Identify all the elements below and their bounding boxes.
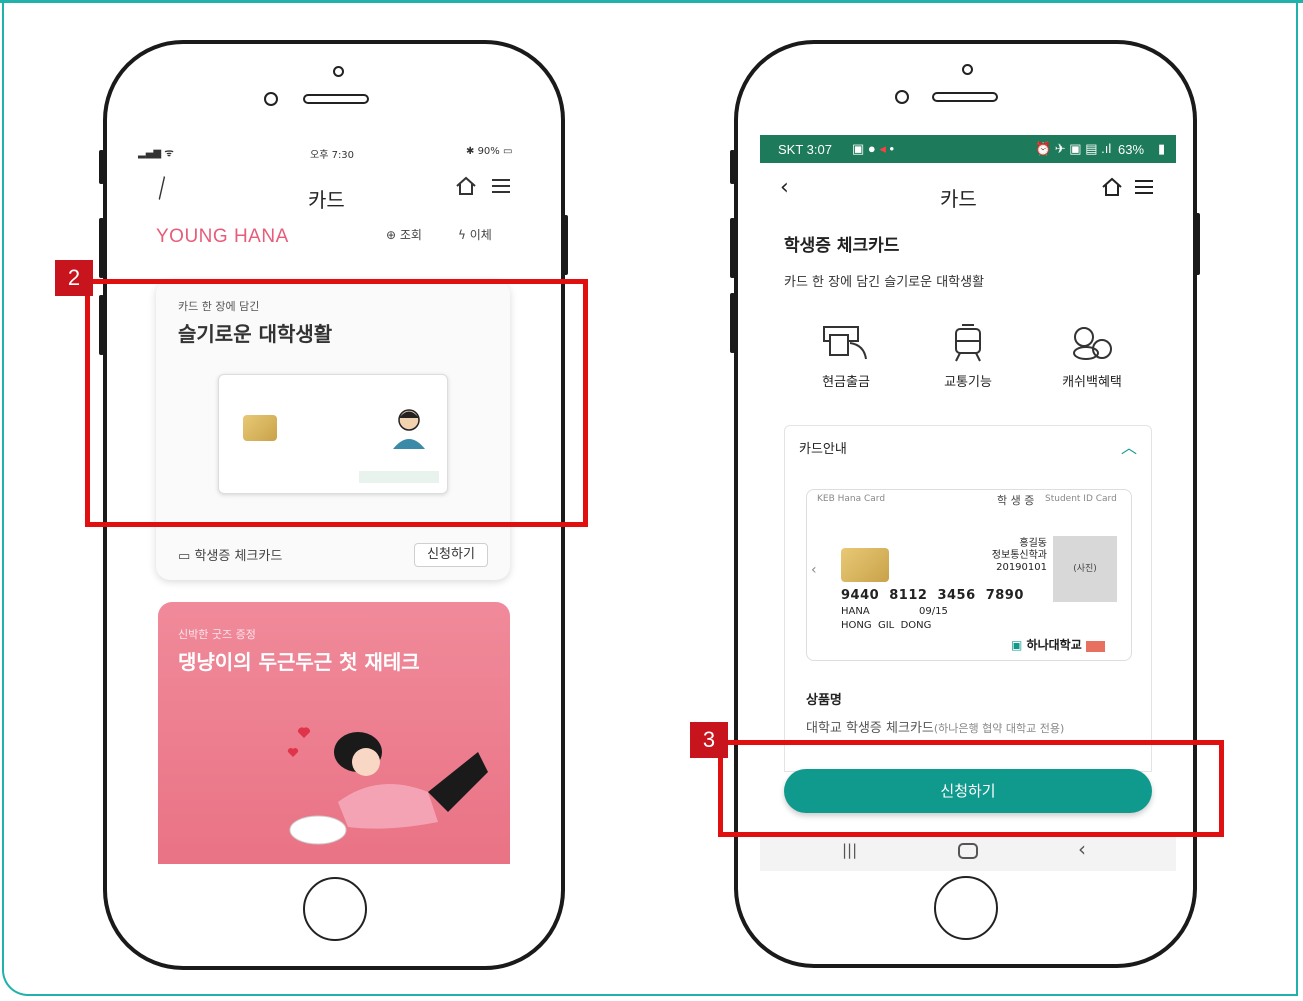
step-badge-3: 3 <box>690 722 728 758</box>
card-title-en: Student ID Card <box>1045 494 1117 504</box>
card-student-info: 홍길동 정보통신학과 20190101 <box>975 538 1047 574</box>
signal-icon: ▂▄▆ ᯤ <box>138 148 174 159</box>
feature-label: 교통기능 <box>944 375 992 390</box>
menu-icon[interactable] <box>489 174 513 202</box>
promo2-title: 댕냥이의 두근두근 첫 재테크 <box>178 650 420 674</box>
page-title: 카드 <box>308 188 345 212</box>
phone-sensor <box>962 64 973 75</box>
phone-sensor <box>333 66 344 77</box>
battery-icon: ▭ <box>502 146 513 157</box>
status-bar: SKT 3:07 ▣ ● ◂ • ⏰ ✈ ▣ ▤ .ıl 63% ▮ <box>760 135 1176 163</box>
inquiry-icon: ⊕ <box>386 228 397 242</box>
highlight-box-step-3 <box>718 740 1224 837</box>
inquiry-button[interactable]: ⊕ 조회 <box>386 226 422 243</box>
status-time: 오후 7:30 <box>310 150 355 161</box>
card-chip <box>841 548 889 582</box>
card-name: 학생증 체크카드 <box>194 549 283 564</box>
product-name-value: 대학교 학생증 체크카드 <box>806 721 934 736</box>
step-badge-2: 2 <box>55 260 93 296</box>
univ-logo-icon: ▣ <box>1011 638 1023 652</box>
chevron-up-icon[interactable]: ︿ <box>1121 434 1137 458</box>
product-title: 학생증 체크카드 <box>784 236 900 256</box>
card-valid-thru: 09/15 <box>919 606 948 617</box>
card-student-no: 20190101 <box>996 562 1047 573</box>
android-home-icon[interactable] <box>958 843 978 859</box>
apply-button[interactable]: 신청하기 <box>414 543 488 567</box>
univ-seal-icon: ■■ <box>1085 641 1105 652</box>
card-photo-placeholder: (사진) <box>1053 536 1117 602</box>
coins-cashback-icon <box>1066 323 1116 367</box>
student-id-card-image: KEB Hana Card 학 생 증 Student ID Card ‹ 홍길… <box>806 489 1132 661</box>
card-holder: HONG GIL DONG <box>841 620 932 631</box>
feature-label: 현금출금 <box>822 375 870 390</box>
product-description: 카드 한 장에 담긴 슬기로운 대학생활 <box>784 275 985 290</box>
card-prev-arrow: ‹ <box>811 562 817 578</box>
card-title: 학 생 증 <box>997 494 1035 507</box>
card-info-accordion[interactable]: 카드안내 ︿ <box>784 425 1152 472</box>
status-carrier-time: SKT 3:07 <box>778 142 832 157</box>
product-name-note: (하나은행 협약 대학교 전용) <box>933 722 1065 735</box>
train-icon <box>948 323 988 367</box>
recent-apps-icon[interactable]: ||| <box>842 841 857 859</box>
phone-speaker <box>932 92 998 102</box>
status-battery: ✱ 90% ▭ <box>466 146 513 157</box>
battery-percent: 90% <box>477 146 500 157</box>
card-student-name: 홍길동 <box>1019 538 1047 549</box>
card-student-dept: 정보통신학과 <box>991 550 1047 561</box>
card-number: 9440 8112 3456 7890 <box>841 588 1024 603</box>
atm-cash-icon <box>820 323 870 367</box>
transfer-button[interactable]: ϟ 이체 <box>458 226 492 243</box>
transfer-label: 이체 <box>469 228 492 242</box>
android-nav-bar: ||| ‹ <box>760 833 1176 871</box>
home-icon[interactable] <box>1100 175 1124 203</box>
girl-cat-illustration <box>278 712 498 864</box>
back-icon[interactable]: ╲ <box>151 177 173 200</box>
pet-finance-promo[interactable]: 신박한 굿즈 증정 댕냥이의 두근두근 첫 재테크 <box>158 602 510 864</box>
menu-icon[interactable] <box>1132 175 1156 203</box>
card-bank: HANA <box>841 606 870 617</box>
phone-camera <box>264 92 278 106</box>
android-back-icon[interactable]: ‹ <box>1078 837 1086 861</box>
phone-speaker <box>303 94 369 104</box>
product-name-row: 대학교 학생증 체크카드(하나은행 협약 대학교 전용) <box>806 717 1064 736</box>
feature-label: 캐쉬백혜택 <box>1062 375 1122 390</box>
product-name-label: 상품명 <box>806 693 842 708</box>
transfer-icon: ϟ <box>458 228 466 242</box>
promo2-subtitle: 신박한 굿즈 증정 <box>178 628 256 641</box>
young-hana-logo: YOUNG HANA <box>156 226 289 247</box>
card-info-label: 카드안내 <box>799 442 847 457</box>
phone-camera <box>895 90 909 104</box>
card-name-row: ▭ 학생증 체크카드 <box>178 545 282 564</box>
battery-icon: ▮ <box>1158 141 1166 156</box>
inquiry-label: 조회 <box>399 228 422 242</box>
page-title: 카드 <box>940 187 977 211</box>
home-button[interactable] <box>303 877 367 941</box>
card-icon: ▭ <box>178 549 191 564</box>
card-univ: 하나대학교 <box>1026 638 1082 652</box>
system-icons: ⏰ ✈ ▣ ▤ .ıl <box>1035 141 1112 156</box>
home-icon[interactable] <box>454 174 478 202</box>
status-battery: 63% <box>1118 142 1145 157</box>
card-brand: KEB Hana Card <box>817 494 886 504</box>
home-button[interactable] <box>934 876 998 940</box>
card-univ-row: ▣ 하나대학교 ■■ <box>1011 636 1105 653</box>
highlight-box-step-2 <box>85 279 588 527</box>
back-icon[interactable]: ‹ <box>780 175 789 200</box>
notification-icons: ▣ ● ◂ • <box>852 141 895 156</box>
